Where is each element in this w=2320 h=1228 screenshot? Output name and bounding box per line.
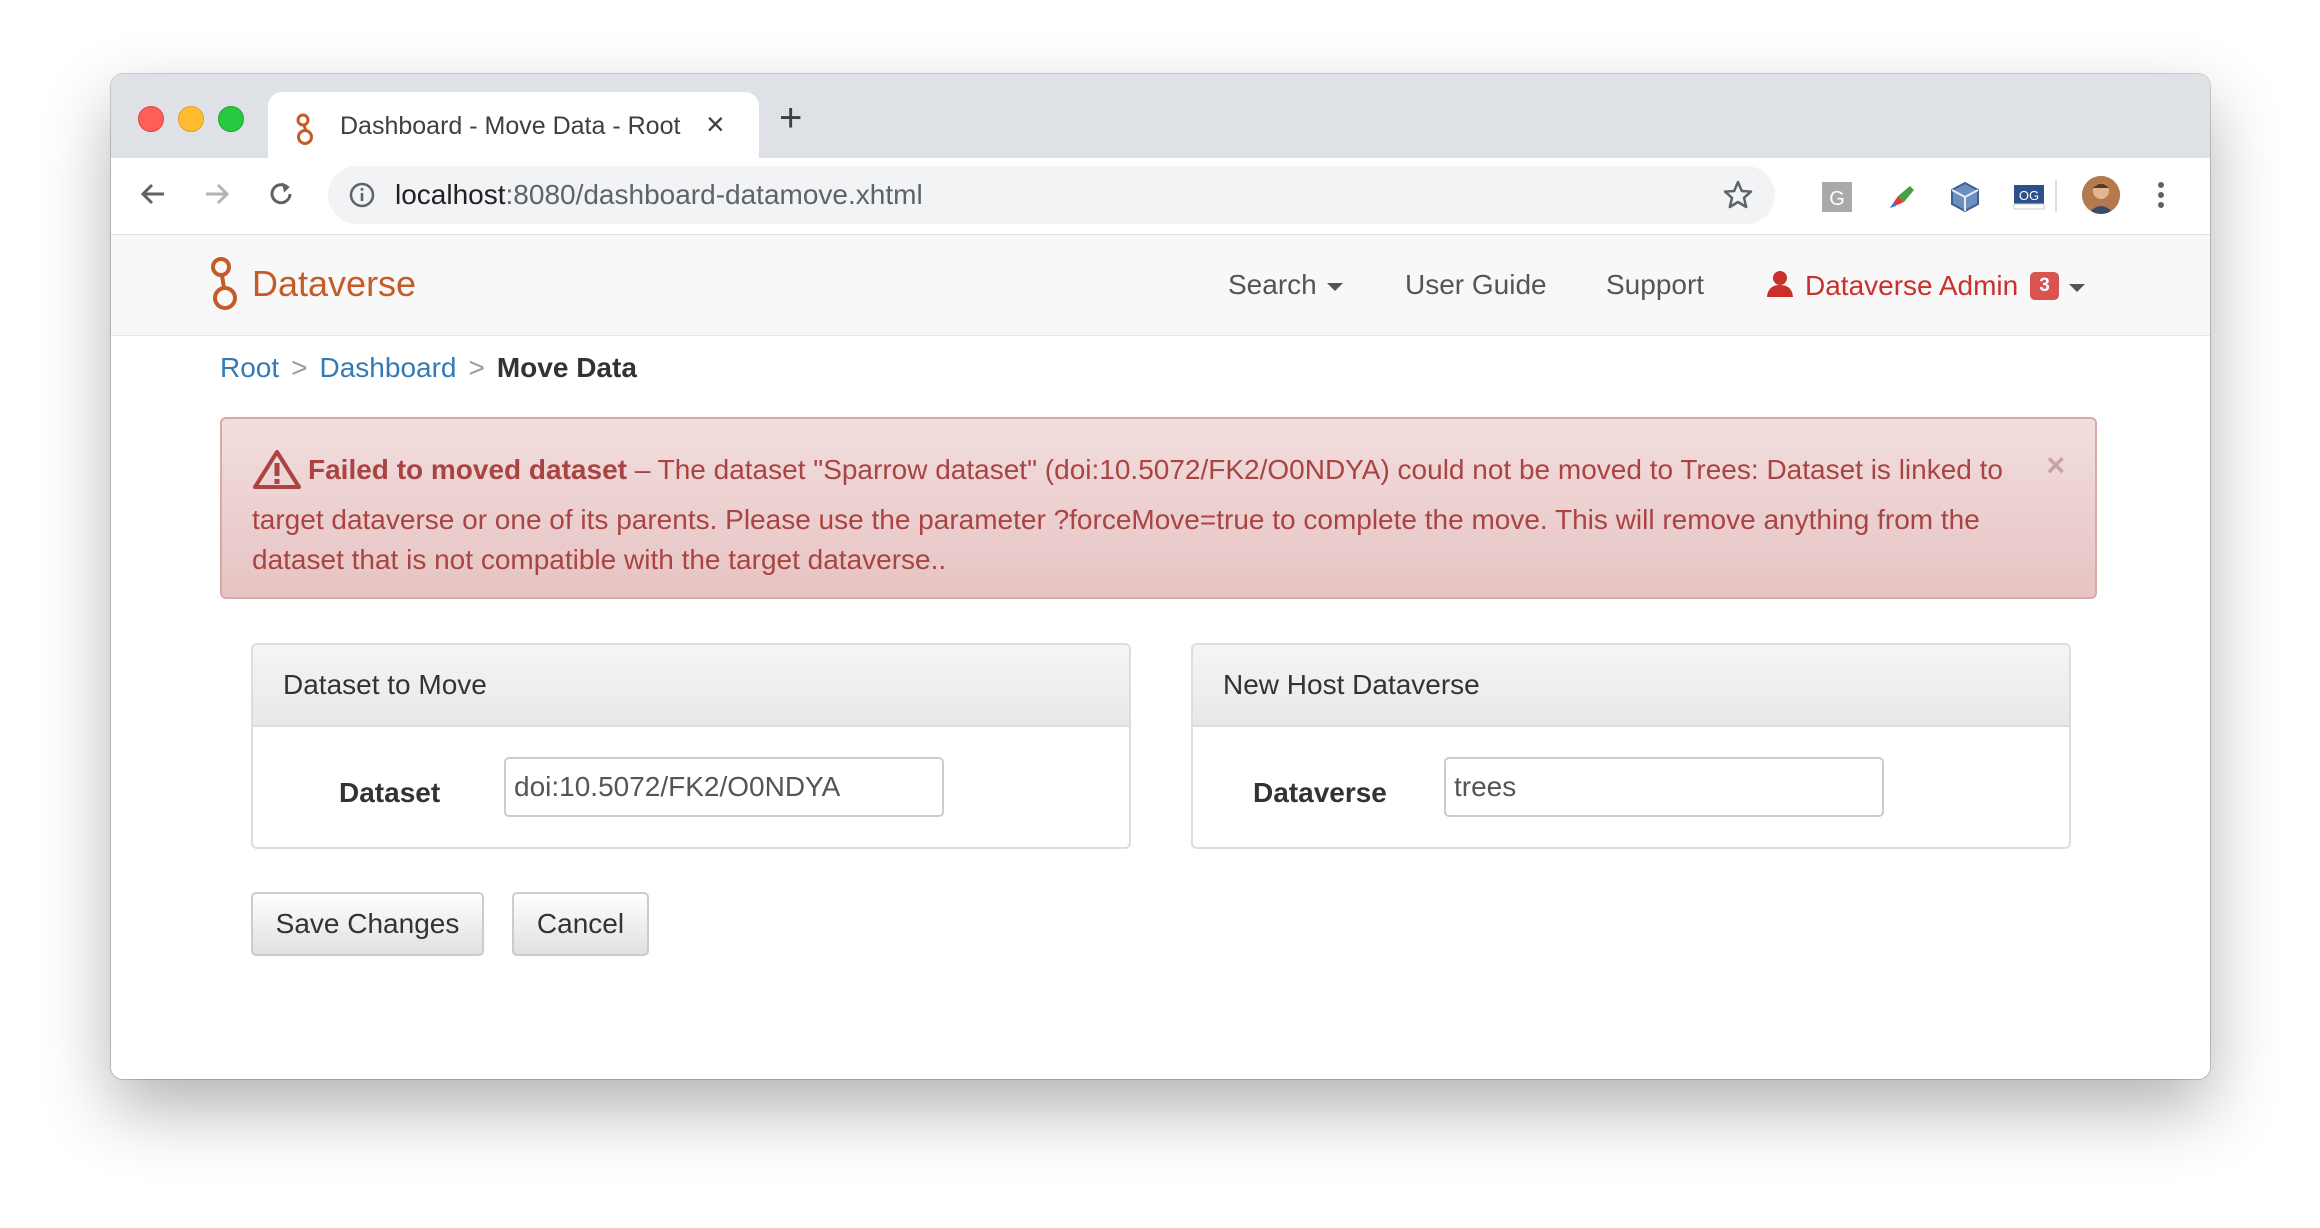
- breadcrumb-root-link[interactable]: Root: [220, 352, 279, 383]
- user-guide-link[interactable]: User Guide: [1405, 269, 1547, 301]
- brand-link[interactable]: Dataverse: [208, 255, 416, 313]
- search-menu-label: Search: [1228, 269, 1317, 300]
- breadcrumb-dashboard-link[interactable]: Dashboard: [320, 352, 457, 383]
- dataverse-label: Dataverse: [1253, 777, 1387, 808]
- site-navbar: Dataverse Search User Guide Support Data…: [111, 235, 2210, 336]
- tab-strip: Dashboard - Move Data - Root × +: [111, 74, 2210, 158]
- brand-name: Dataverse: [252, 263, 417, 304]
- alert-text: Failed to moved dataset – The dataset "S…: [252, 449, 2042, 580]
- url-host: localhost: [395, 179, 506, 210]
- colorzilla-icon[interactable]: [1884, 180, 1918, 214]
- notification-badge: 3: [2030, 272, 2059, 300]
- url-text[interactable]: localhost:8080/dashboard-datamove.xhtml: [395, 179, 923, 211]
- page-content: Dataverse Search User Guide Support Data…: [111, 235, 2210, 1079]
- og-label: OG: [2019, 188, 2039, 203]
- support-link[interactable]: Support: [1606, 269, 1704, 301]
- reload-icon[interactable]: [261, 174, 301, 214]
- dataverse-panel-title: New Host Dataverse: [1223, 669, 1480, 700]
- dataverse-input[interactable]: [1444, 757, 1884, 817]
- browser-menu-icon[interactable]: [2155, 178, 2167, 217]
- back-arrow-icon[interactable]: [133, 174, 173, 214]
- breadcrumb-separator: >: [291, 352, 308, 383]
- new-tab-button[interactable]: +: [779, 98, 802, 138]
- warning-triangle-icon: [252, 449, 302, 500]
- browser-toolbar: localhost:8080/dashboard-datamove.xhtml …: [111, 158, 2210, 235]
- alert-title: Failed to moved dataset: [308, 454, 627, 485]
- breadcrumb-separator: >: [468, 352, 485, 383]
- cube-extension-icon[interactable]: [1948, 180, 1982, 214]
- user-name: Dataverse Admin: [1805, 270, 2019, 301]
- tab-title: Dashboard - Move Data - Root: [340, 112, 681, 140]
- save-changes-button[interactable]: Save Changes: [251, 892, 484, 956]
- caret-down-icon: [1326, 282, 1343, 291]
- site-info-icon[interactable]: [348, 181, 376, 214]
- user-icon: [1767, 271, 1793, 297]
- bookmark-star-icon[interactable]: [1721, 178, 1755, 217]
- dataverse-panel: New Host Dataverse Dataverse: [1191, 643, 2071, 849]
- grammarly-label: G: [1829, 188, 1845, 210]
- close-window-button[interactable]: [138, 106, 164, 132]
- toolbar-separator: [2055, 180, 2057, 212]
- dataverse-logo-icon: [211, 257, 237, 310]
- alert-close-icon[interactable]: ×: [2046, 445, 2065, 485]
- forward-arrow-icon[interactable]: [197, 174, 237, 214]
- tab-close-icon[interactable]: ×: [706, 106, 725, 142]
- profile-avatar[interactable]: [2082, 176, 2120, 214]
- breadcrumb: Root > Dashboard > Move Data: [220, 352, 637, 384]
- dataset-label: Dataset: [339, 777, 441, 808]
- dataset-panel: Dataset to Move Dataset: [251, 643, 1131, 849]
- address-bar[interactable]: localhost:8080/dashboard-datamove.xhtml: [328, 166, 1775, 224]
- breadcrumb-current: Move Data: [496, 352, 637, 383]
- caret-down-icon: [2068, 283, 2085, 292]
- maximize-window-button[interactable]: [218, 106, 244, 132]
- browser-window: Dashboard - Move Data - Root × + localho…: [111, 74, 2210, 1079]
- browser-tab[interactable]: Dashboard - Move Data - Root ×: [268, 92, 759, 158]
- error-alert: Failed to moved dataset – The dataset "S…: [220, 417, 2097, 599]
- user-account-menu[interactable]: Dataverse Admin 3: [1765, 269, 2085, 302]
- grammarly-icon[interactable]: G: [1820, 180, 1854, 214]
- minimize-window-button[interactable]: [178, 106, 204, 132]
- cancel-button[interactable]: Cancel: [512, 892, 649, 956]
- og-extension-icon[interactable]: OG: [2012, 180, 2046, 214]
- dataset-input[interactable]: [504, 757, 944, 817]
- dataverse-favicon-icon: [294, 112, 316, 151]
- url-path: :8080/dashboard-datamove.xhtml: [505, 179, 923, 210]
- search-menu[interactable]: Search: [1228, 269, 1343, 301]
- dataset-panel-title: Dataset to Move: [283, 669, 487, 700]
